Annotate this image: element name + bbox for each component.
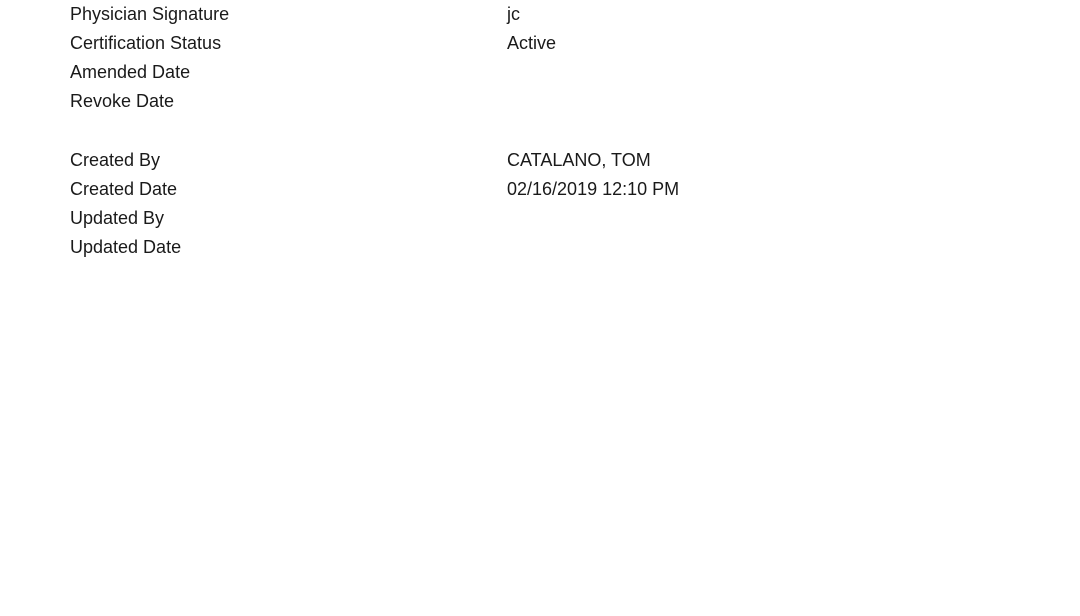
certification-status-value: Active [507, 33, 557, 53]
updated-date-label: Updated Date [70, 237, 182, 257]
created-by-row: Created By CATALANO, TOM [70, 146, 970, 175]
updated-by-label: Updated By [70, 208, 165, 228]
created-by-label: Created By [70, 150, 161, 170]
updated-by-row: Updated By [70, 204, 970, 233]
amended-date-value [507, 58, 970, 87]
created-by-value: CATALANO, TOM [507, 150, 651, 170]
updated-date-row: Updated Date [70, 233, 970, 262]
created-date-row: Created Date 02/16/2019 12:10 PM [70, 175, 970, 204]
amended-date-label: Amended Date [70, 62, 191, 82]
updated-by-value [507, 204, 970, 233]
created-date-label: Created Date [70, 179, 178, 199]
physician-signature-label: Physician Signature [70, 4, 230, 24]
certification-status-row: Certification Status Active [70, 29, 970, 58]
revoke-date-label: Revoke Date [70, 91, 175, 111]
physician-signature-row: Physician Signature jc [70, 0, 970, 29]
certification-status-label: Certification Status [70, 33, 222, 53]
physician-signature-value: jc [507, 4, 520, 24]
revoke-date-row: Revoke Date [70, 87, 970, 116]
revoke-date-value [507, 87, 970, 116]
updated-date-value [507, 233, 970, 262]
amended-date-row: Amended Date [70, 58, 970, 87]
certification-details: Physician Signature jc Certification Sta… [70, 0, 970, 116]
created-date-value: 02/16/2019 12:10 PM [507, 179, 680, 199]
audit-details: Created By CATALANO, TOM Created Date 02… [70, 146, 970, 262]
